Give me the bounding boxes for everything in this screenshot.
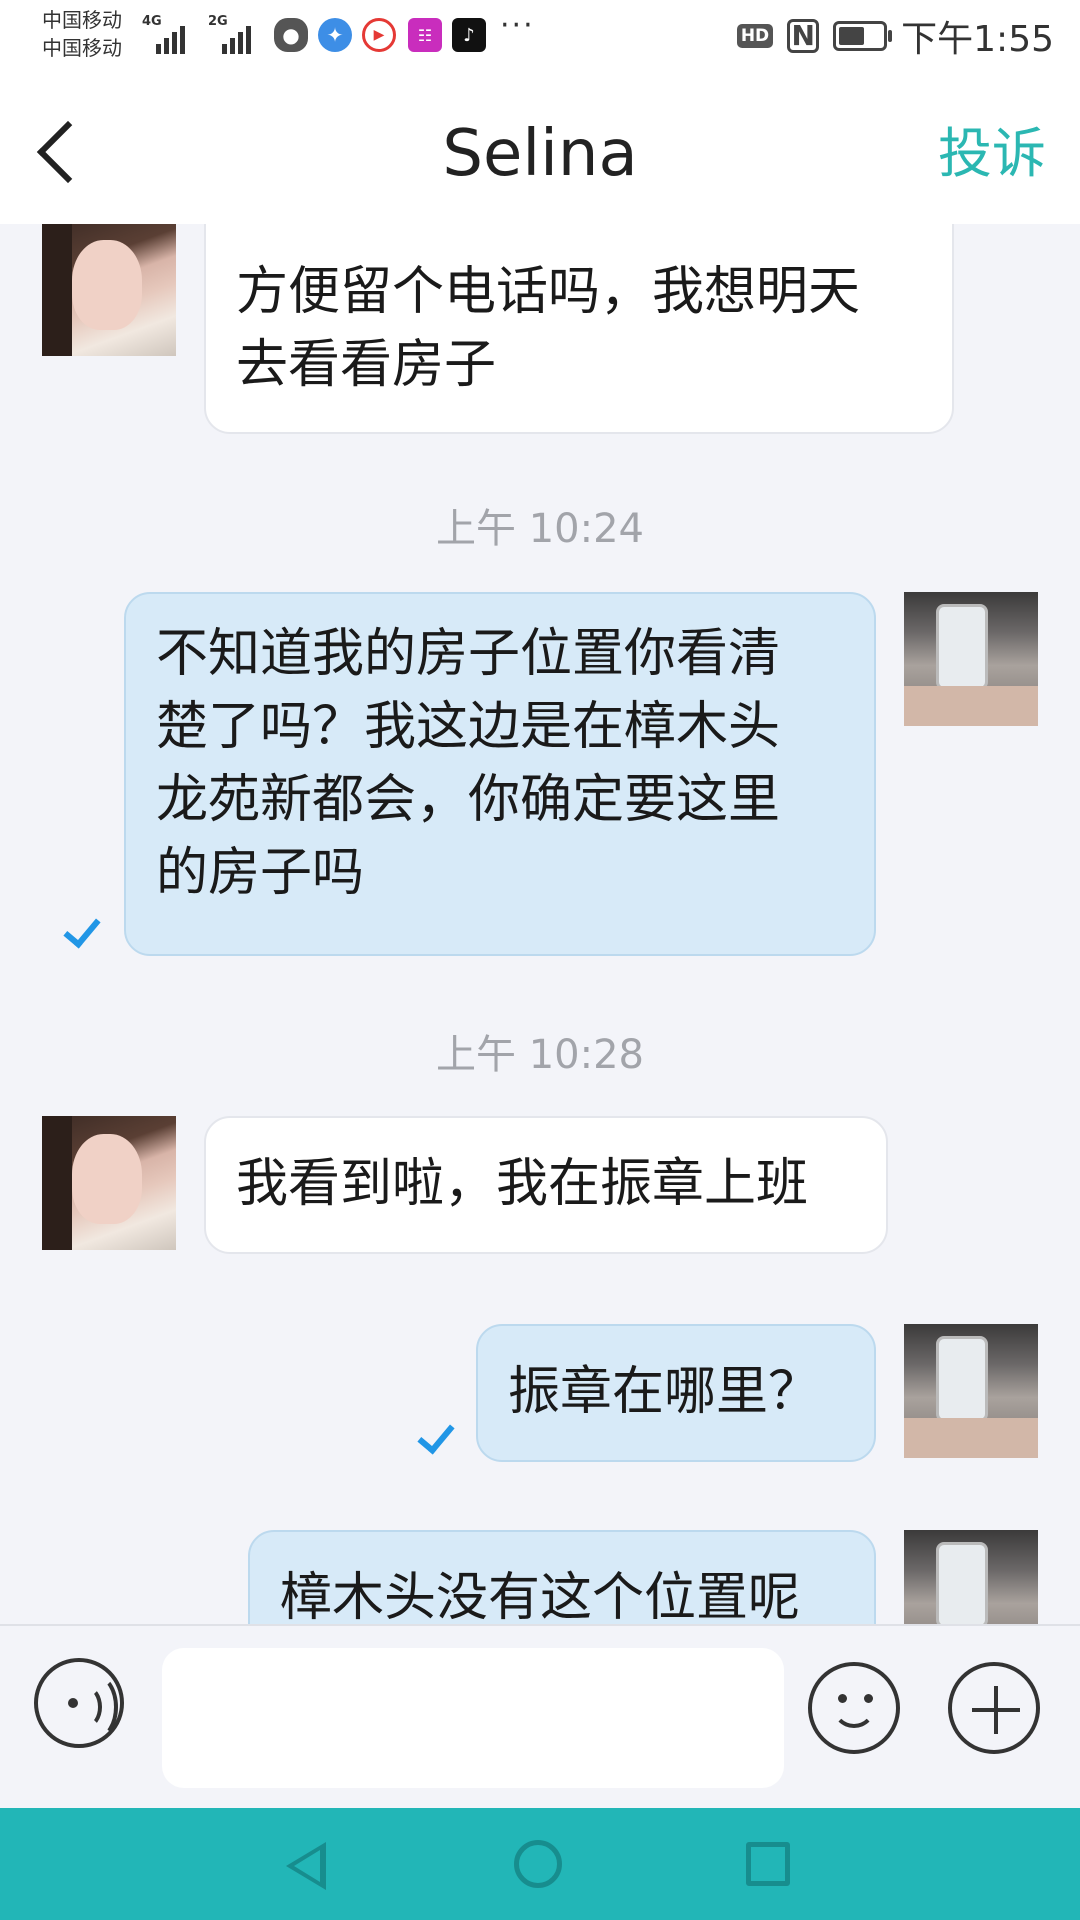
chat-screen: 中国移动 中国移动 4G 2G ● ✦ ▶ ☷ ♪ ··· HD N 下午1:5 [0,0,1080,1920]
battery-level [839,27,865,45]
system-nav-bar [0,1808,1080,1920]
voice-icon-wave [74,1674,118,1740]
message-line: 楚了吗？我这边是在樟木头 [156,697,781,757]
signal-2: 2G [208,14,260,54]
message-line: 我看到啦，我在振章上班 [236,1154,809,1214]
hd-voice-icon: HD [736,24,774,48]
incoming-message[interactable]: 方便留个电话吗，我想明天 去看看房子 [204,224,954,434]
nfc-icon: N [787,19,820,53]
clock: 下午1:55 [901,19,1054,60]
message-input[interactable] [162,1648,784,1788]
contact-avatar[interactable] [42,224,176,356]
nav-home-icon[interactable] [514,1840,562,1888]
carrier-2: 中国移动 [42,36,122,60]
outgoing-message[interactable]: 振章在哪里？ [476,1324,876,1462]
nav-recents-icon[interactable] [746,1842,790,1886]
message-timestamp: 上午 10:28 [436,1032,644,1078]
message-line: 不知道我的房子位置你看清 [156,624,781,684]
message-line: 方便留个电话吗，我想明天 [236,262,861,322]
my-avatar[interactable] [904,1530,1038,1624]
status-right: HD N 下午1:55 [736,14,1054,60]
more-actions-button[interactable] [948,1662,1040,1754]
emoji-button[interactable] [808,1662,900,1754]
browser-icon: ✦ [318,18,352,52]
incoming-message[interactable]: 我看到啦，我在振章上班 [204,1116,888,1254]
my-avatar[interactable] [904,592,1038,726]
carrier-info: 中国移动 中国移动 [42,6,122,62]
message-line: 去看看房子 [236,335,497,395]
chat-header: Selina 投诉 [0,74,1080,224]
wechat-icon: ● [274,18,308,52]
outgoing-message[interactable]: 樟木头没有这个位置呢 [248,1530,876,1624]
battery-icon [833,21,893,51]
complain-button[interactable]: 投诉 [938,116,1046,192]
read-check-icon [416,1420,456,1452]
signal-bars-icon [214,22,256,54]
message-line: 龙苑新都会，你确定要这里 [156,770,781,830]
carrier-1: 中国移动 [42,8,122,32]
status-bar: 中国移动 中国移动 4G 2G ● ✦ ▶ ☷ ♪ ··· HD N 下午1:5 [0,0,1080,74]
contact-avatar[interactable] [42,1116,176,1250]
contact-name: Selina [442,117,638,191]
outgoing-message[interactable]: 不知道我的房子位置你看清 楚了吗？我这边是在樟木头 龙苑新都会，你确定要这里 的… [124,592,876,956]
video-app-icon: ▶ [362,18,396,52]
signal-bars-icon [148,22,190,54]
read-check-icon [62,914,102,946]
my-avatar[interactable] [904,1324,1038,1458]
tiktok-icon: ♪ [452,18,486,52]
voice-input-button[interactable] [34,1658,124,1748]
message-line: 樟木头没有这个位置呢 [280,1568,801,1624]
message-line: 振章在哪里？ [508,1362,821,1422]
nav-back-icon[interactable] [286,1842,326,1890]
signal-1: 4G [142,14,194,54]
message-timestamp: 上午 10:24 [436,506,644,552]
message-line: 的房子吗 [156,843,365,903]
message-list[interactable]: 方便留个电话吗，我想明天 去看看房子 上午 10:24 不知道我的房子位置你看清… [0,224,1080,1624]
more-notifications-icon: ··· [500,8,535,43]
ai-app-icon: ☷ [408,18,442,52]
emoji-icon-mouth [832,1698,876,1728]
input-bar [0,1624,1080,1808]
